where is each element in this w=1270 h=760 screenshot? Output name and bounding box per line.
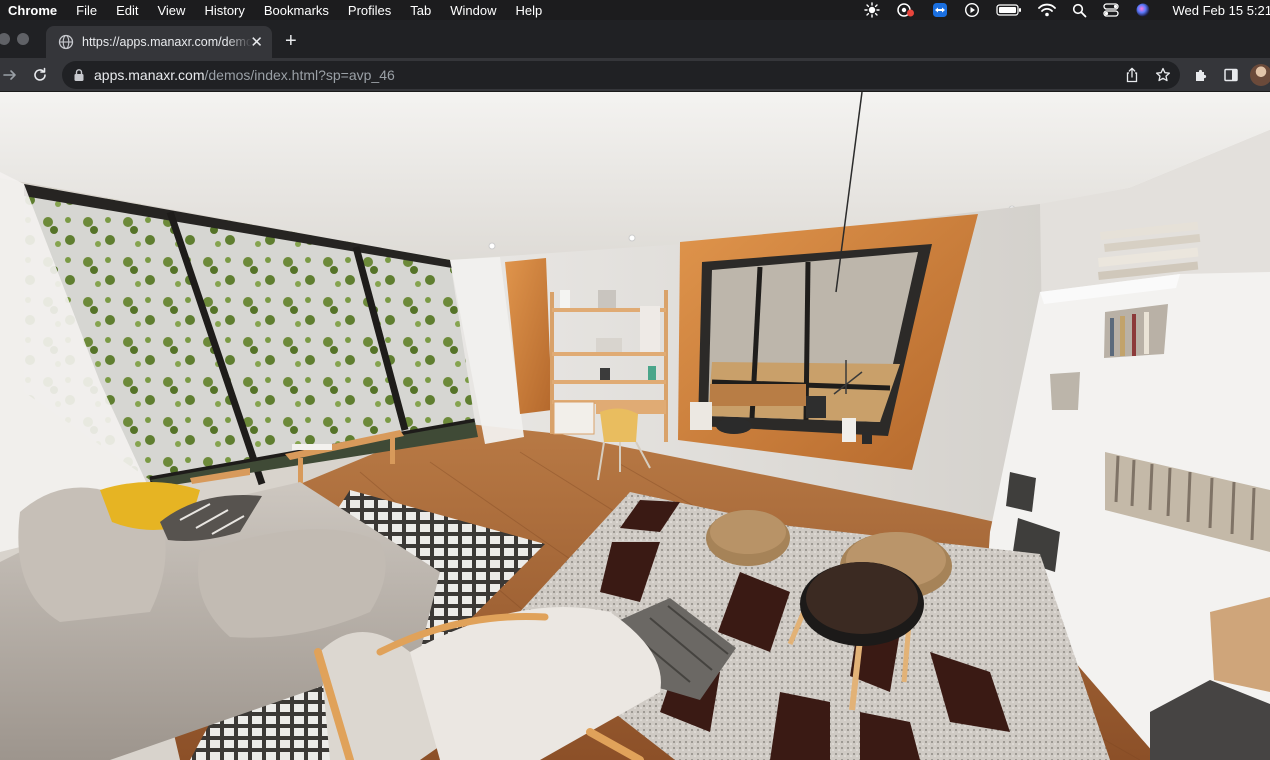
bookmark-star-icon[interactable] bbox=[1153, 65, 1173, 85]
lock-icon[interactable] bbox=[72, 68, 86, 82]
menu-bar-status-area: Wed Feb 15 5:21 bbox=[848, 0, 1270, 20]
menu-window[interactable]: Window bbox=[450, 3, 496, 18]
window-close-button[interactable] bbox=[0, 33, 10, 45]
browser-tab-strip: https://apps.manaxr.com/demos/index.html… bbox=[0, 20, 1270, 58]
reload-icon[interactable] bbox=[30, 65, 50, 85]
browser-toolbar: apps.manaxr.com/demos/index.html?sp=avp_… bbox=[0, 58, 1270, 92]
address-bar[interactable]: apps.manaxr.com/demos/index.html?sp=avp_… bbox=[62, 61, 1180, 89]
wifi-icon[interactable] bbox=[1037, 3, 1056, 17]
window-minimize-button[interactable] bbox=[17, 33, 29, 45]
spotlight-search-icon[interactable] bbox=[1072, 3, 1087, 18]
profile-avatar[interactable] bbox=[1250, 64, 1270, 86]
battery-icon[interactable] bbox=[995, 3, 1022, 17]
menu-bar-clock[interactable]: Wed Feb 15 5:21 bbox=[1173, 3, 1270, 18]
forward-icon[interactable] bbox=[0, 65, 20, 85]
macos-menu-bar: Chrome File Edit View History Bookmarks … bbox=[0, 0, 1270, 20]
menu-edit[interactable]: Edit bbox=[116, 3, 138, 18]
screen-record-icon[interactable] bbox=[896, 2, 916, 18]
menu-app-chrome[interactable]: Chrome bbox=[8, 3, 57, 18]
control-center-icon[interactable] bbox=[1102, 2, 1119, 18]
tab-close-icon[interactable]: ✕ bbox=[250, 33, 263, 51]
menu-view[interactable]: View bbox=[157, 3, 185, 18]
share-icon[interactable] bbox=[1122, 65, 1142, 85]
globe-icon bbox=[58, 34, 74, 50]
menu-profiles[interactable]: Profiles bbox=[348, 3, 391, 18]
menu-help[interactable]: Help bbox=[516, 3, 543, 18]
side-panel-icon[interactable] bbox=[1221, 65, 1241, 85]
new-tab-button[interactable]: + bbox=[285, 31, 297, 51]
menu-tab[interactable]: Tab bbox=[410, 3, 431, 18]
menu-file[interactable]: File bbox=[76, 3, 97, 18]
extensions-icon[interactable] bbox=[1191, 65, 1211, 85]
url-host: apps.manaxr.com bbox=[94, 67, 205, 83]
url-path: /demos/index.html?sp=avp_46 bbox=[204, 67, 395, 83]
living-room-scene bbox=[0, 92, 1270, 760]
menu-history[interactable]: History bbox=[204, 3, 244, 18]
siri-icon[interactable] bbox=[1135, 2, 1151, 18]
active-tab[interactable]: https://apps.manaxr.com/demos/index.html… bbox=[46, 26, 272, 58]
brightness-icon[interactable] bbox=[863, 2, 880, 18]
menu-bookmarks[interactable]: Bookmarks bbox=[264, 3, 329, 18]
play-icon[interactable] bbox=[964, 2, 980, 18]
tab-title: https://apps.manaxr.com/demos/index.html… bbox=[82, 35, 252, 49]
teamviewer-icon[interactable] bbox=[932, 2, 948, 18]
vr-demo-canvas[interactable] bbox=[0, 92, 1270, 760]
